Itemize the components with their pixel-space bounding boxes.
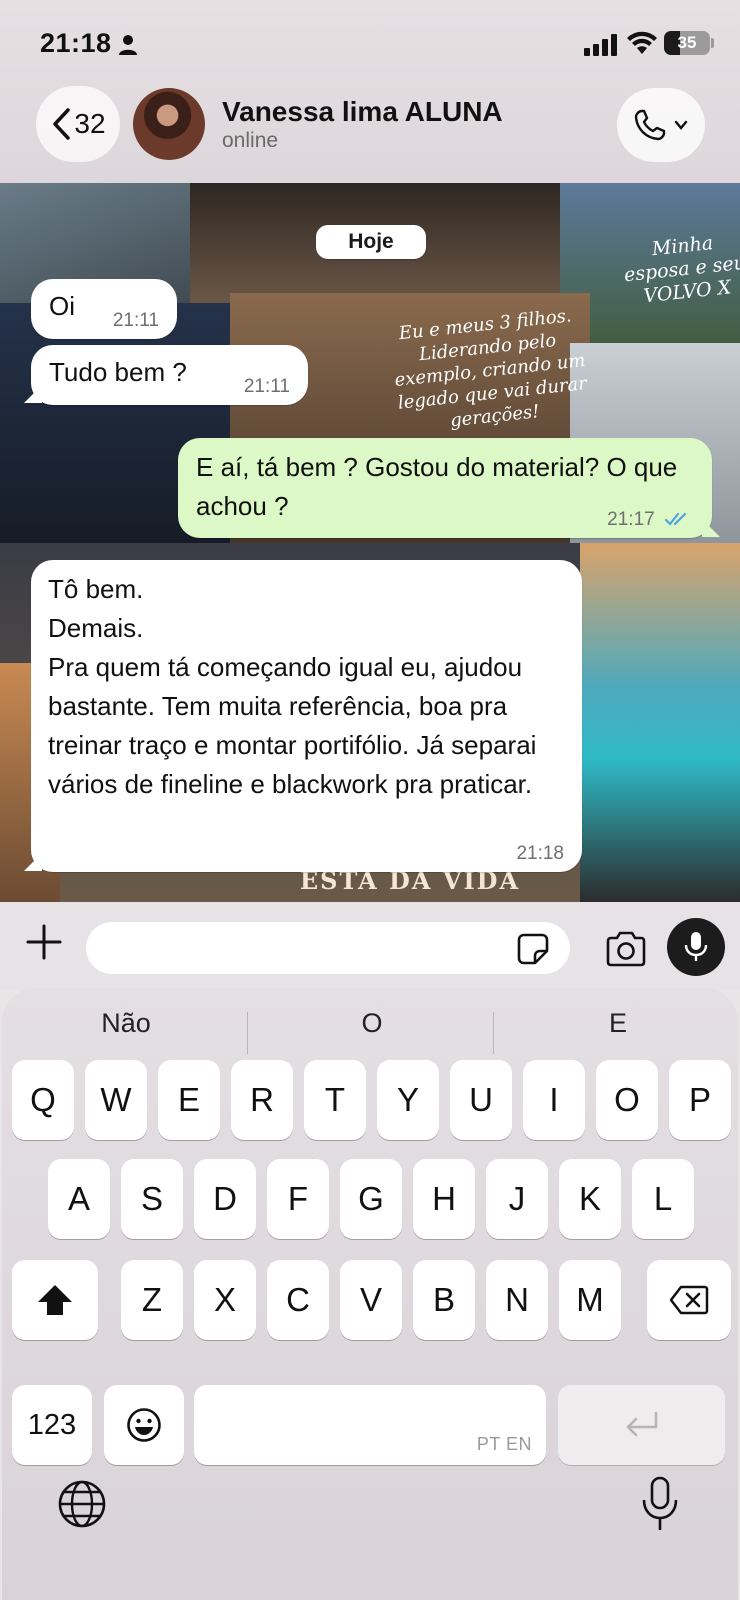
key-z[interactable]: Z — [121, 1260, 183, 1340]
battery-tip — [711, 38, 714, 48]
divider — [493, 1012, 494, 1054]
key-i[interactable]: I — [523, 1060, 585, 1140]
key-r[interactable]: R — [231, 1060, 293, 1140]
message-line: Pra quem tá começando igual eu, ajudou b… — [48, 652, 537, 799]
message-line: Tô bem. — [48, 574, 144, 604]
message-time: 21:18 — [516, 843, 564, 864]
key-m[interactable]: M — [559, 1260, 621, 1340]
wallpaper-caption: Minha esposa e seu VOLVO X — [623, 231, 740, 308]
key-e[interactable]: E — [158, 1060, 220, 1140]
read-ticks-icon — [664, 512, 687, 526]
message-incoming[interactable]: Oi 21:11 — [31, 279, 177, 339]
camera-icon[interactable] — [604, 930, 648, 968]
key-a[interactable]: A — [48, 1159, 110, 1239]
plus-icon[interactable] — [24, 922, 64, 962]
key-p[interactable]: P — [669, 1060, 731, 1140]
key-o[interactable]: O — [596, 1060, 658, 1140]
key-y[interactable]: Y — [377, 1060, 439, 1140]
shift-icon — [38, 1285, 72, 1315]
key-g[interactable]: G — [340, 1159, 402, 1239]
phone-icon — [634, 109, 666, 141]
person-icon — [119, 35, 137, 55]
contact-name[interactable]: Vanessa lima ALUNA — [222, 96, 503, 128]
key-l[interactable]: L — [632, 1159, 694, 1239]
message-time: 21:11 — [243, 376, 290, 397]
emoji-icon — [127, 1408, 161, 1442]
key-j[interactable]: J — [486, 1159, 548, 1239]
return-icon — [626, 1411, 657, 1437]
call-button[interactable] — [617, 88, 705, 162]
key-h[interactable]: H — [413, 1159, 475, 1239]
message-time: 21:11 — [112, 310, 159, 331]
message-outgoing[interactable]: E aí, tá bem ? Gostou do material? O que… — [178, 438, 712, 538]
shift-key[interactable] — [12, 1260, 98, 1340]
return-key[interactable] — [558, 1385, 725, 1465]
key-d[interactable]: D — [194, 1159, 256, 1239]
chevron-down-icon — [674, 120, 688, 130]
key-w[interactable]: W — [85, 1060, 147, 1140]
key-v[interactable]: V — [340, 1260, 402, 1340]
message-text: E aí, tá bem ? Gostou do material? O que… — [196, 452, 678, 521]
suggestion[interactable]: E — [498, 1008, 738, 1039]
globe-icon[interactable] — [56, 1478, 108, 1530]
chat-header: 21:18 35 32 Vanessa lima ALUNA online — [0, 0, 740, 183]
message-input[interactable] — [86, 922, 570, 974]
wallpaper-tile — [580, 543, 740, 902]
message-time: 21:17 — [607, 509, 655, 530]
key-b[interactable]: B — [413, 1260, 475, 1340]
key-s[interactable]: S — [121, 1159, 183, 1239]
message-text: Oi — [49, 291, 75, 321]
dictation-icon[interactable] — [640, 1476, 680, 1532]
key-t[interactable]: T — [304, 1060, 366, 1140]
backspace-icon — [669, 1285, 709, 1315]
message-line: Demais. — [48, 613, 144, 643]
keyboard: Não O E Q W E R T Y U I O P A S D F G H … — [2, 988, 738, 1600]
key-c[interactable]: C — [267, 1260, 329, 1340]
message-incoming[interactable]: Tô bem. Demais. Pra quem tá começando ig… — [31, 560, 582, 872]
chat-area[interactable]: Eu e meus 3 filhos. Liderando pelo exemp… — [0, 183, 740, 902]
back-button[interactable]: 32 — [36, 86, 120, 162]
battery-level: 35 — [677, 33, 697, 52]
key-q[interactable]: Q — [12, 1060, 74, 1140]
predictive-bar: Não O E — [2, 988, 738, 1054]
avatar[interactable] — [133, 88, 205, 160]
unread-count: 32 — [74, 108, 106, 139]
key-k[interactable]: K — [559, 1159, 621, 1239]
space-key[interactable]: PT EN — [194, 1385, 546, 1465]
suggestion[interactable]: Não — [6, 1008, 246, 1039]
key-f[interactable]: F — [267, 1159, 329, 1239]
status-bar: 21:18 35 — [0, 0, 740, 80]
key-n[interactable]: N — [486, 1260, 548, 1340]
space-language-label: PT EN — [476, 1434, 532, 1454]
divider — [247, 1012, 248, 1054]
status-time: 21:18 — [40, 28, 112, 58]
microphone-icon — [684, 932, 708, 961]
signal-icon — [584, 34, 617, 56]
chevron-left-icon — [53, 108, 71, 140]
date-separator: Hoje — [316, 225, 426, 259]
key-x[interactable]: X — [194, 1260, 256, 1340]
message-incoming[interactable]: Tudo bem ? 21:11 — [31, 345, 308, 405]
wifi-icon — [627, 31, 657, 54]
message-meta: 21:17 — [607, 510, 694, 530]
battery-icon: 35 — [664, 31, 710, 55]
wallpaper-caption: ESTA DA VIDA — [299, 866, 521, 895]
message-composer — [0, 902, 740, 990]
voice-message-button[interactable] — [667, 918, 725, 976]
sticker-icon[interactable] — [516, 932, 550, 966]
wallpaper-caption: Eu e meus 3 filhos. Liderando pelo exemp… — [393, 305, 588, 432]
numbers-key[interactable]: 123 — [12, 1385, 92, 1465]
message-text: Tudo bem ? — [49, 357, 187, 387]
emoji-key[interactable] — [104, 1385, 184, 1465]
suggestion[interactable]: O — [252, 1008, 492, 1039]
key-u[interactable]: U — [450, 1060, 512, 1140]
delete-key[interactable] — [647, 1260, 731, 1340]
contact-status: online — [222, 129, 279, 152]
